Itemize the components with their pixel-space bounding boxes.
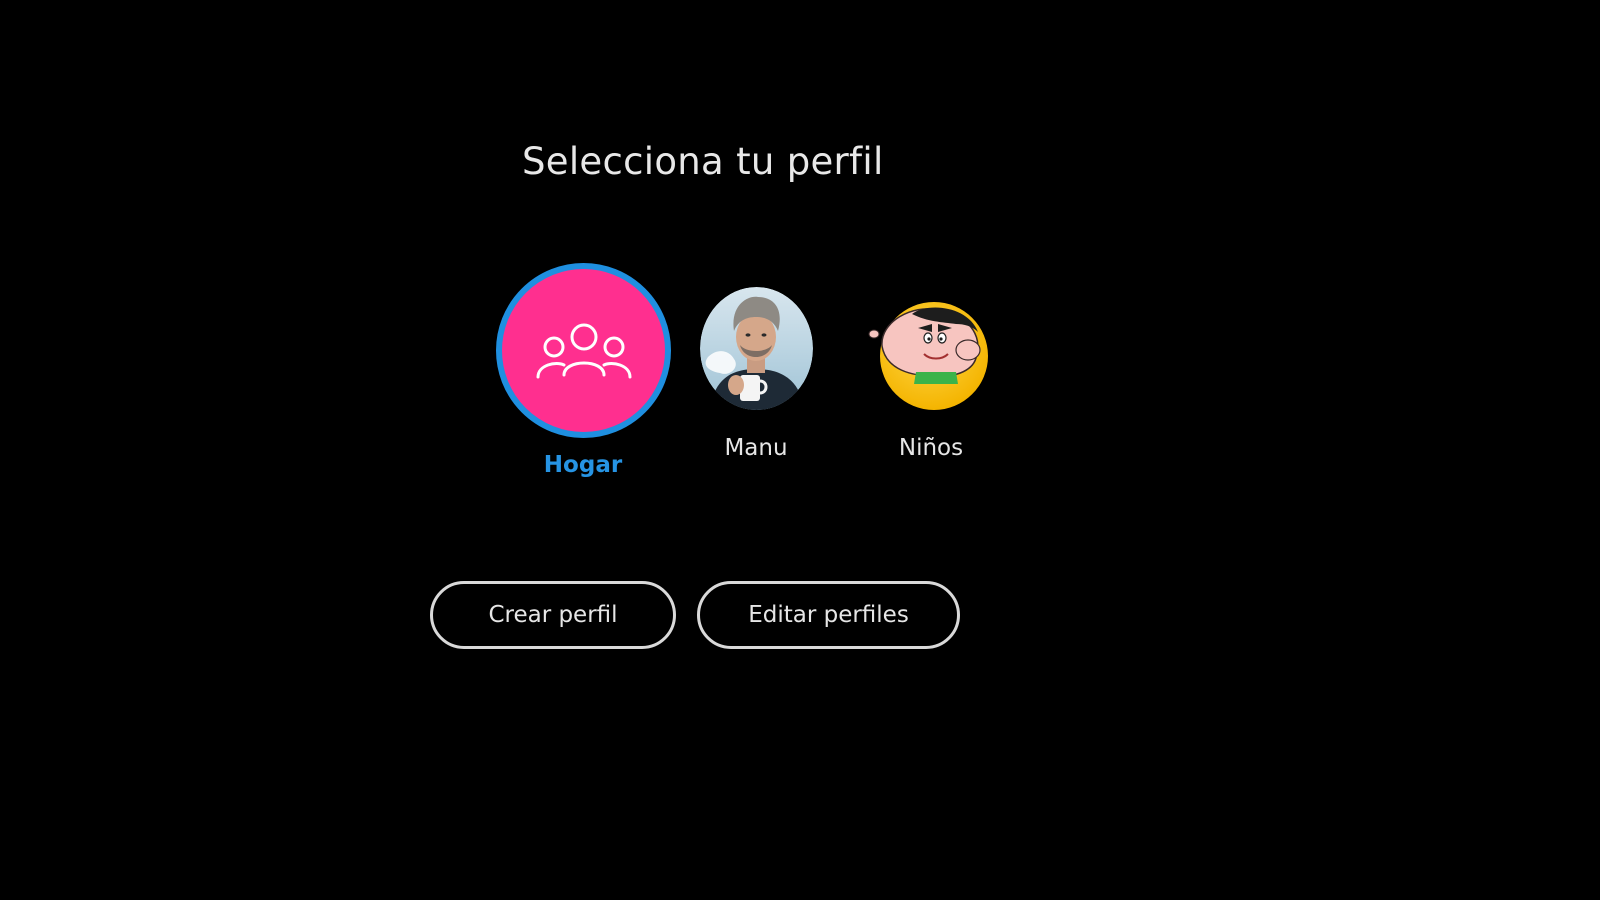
profile-avatar-hogar[interactable] (496, 263, 671, 438)
profile-manu[interactable]: Manu (700, 287, 813, 472)
page-title: Selecciona tu perfil (522, 140, 884, 183)
cartoon-character-avatar (868, 302, 988, 410)
profile-hogar[interactable]: Hogar (496, 263, 671, 483)
profile-avatar-ninos[interactable] (868, 300, 990, 412)
profile-name-hogar: Hogar (543, 452, 623, 478)
profile-avatar-manu[interactable] (700, 287, 813, 410)
create-profile-button[interactable]: Crear perfil (430, 581, 676, 649)
group-icon (536, 323, 631, 378)
edit-profiles-button[interactable]: Editar perfiles (697, 581, 960, 649)
profile-ninos[interactable]: Niños (868, 300, 990, 472)
person-photo-avatar (700, 287, 813, 410)
profile-name-ninos: Niños (898, 435, 964, 461)
profile-name-manu: Manu (724, 435, 788, 461)
